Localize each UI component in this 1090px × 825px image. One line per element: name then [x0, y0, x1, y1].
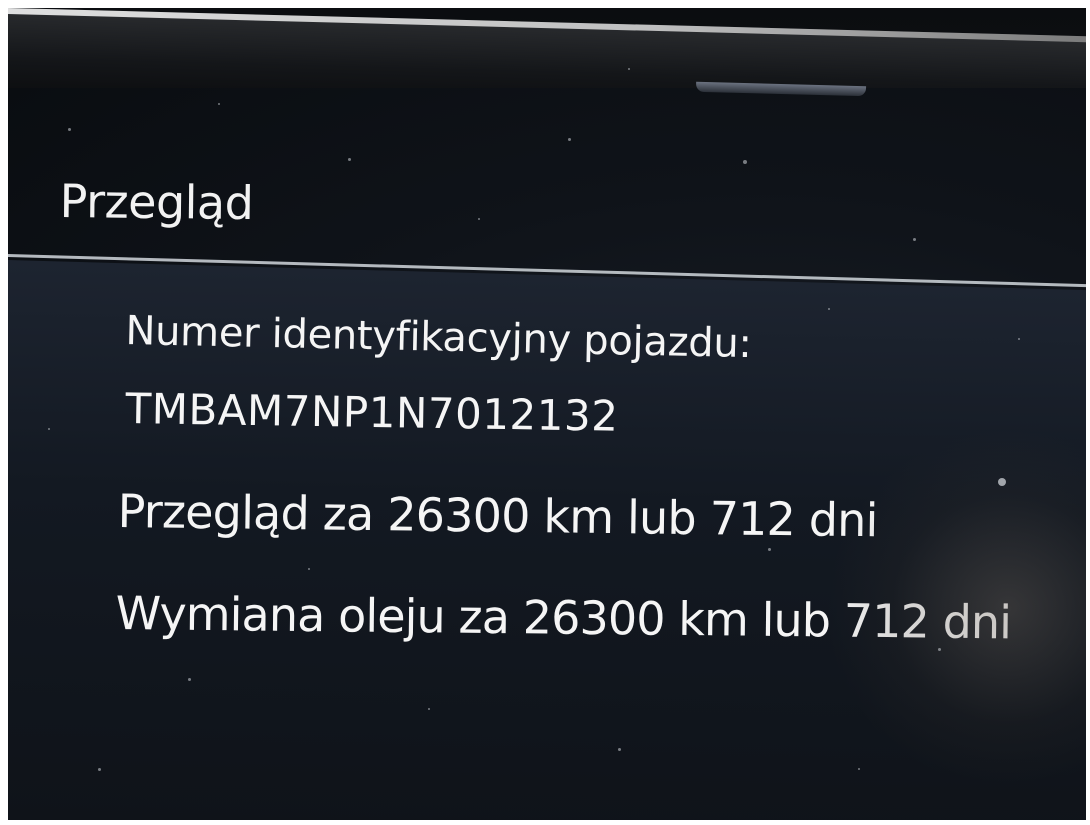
dust-speck — [998, 478, 1006, 486]
dust-speck — [48, 428, 50, 430]
dust-speck — [768, 548, 771, 551]
inspection-due-text: Przegląd za 26300 km lub 712 dni — [117, 484, 878, 548]
dust-speck — [98, 768, 101, 771]
dust-speck — [618, 748, 621, 751]
dust-speck — [628, 68, 630, 70]
infotainment-photo: Przegląd Numer identyfikacyjny pojazdu: … — [8, 8, 1086, 820]
oil-change-due-text: Wymiana oleju za 26300 km lub 712 dni — [115, 586, 1012, 650]
dust-speck — [218, 103, 220, 105]
dust-speck — [308, 568, 310, 570]
dust-speck — [938, 648, 941, 651]
dust-speck — [428, 708, 430, 710]
dust-speck — [568, 138, 571, 141]
dust-speck — [478, 218, 480, 220]
page-title: Przegląd — [59, 174, 254, 231]
vin-value: TMBAM7NP1N7012132 — [125, 384, 619, 441]
dust-speck — [913, 238, 916, 241]
dust-speck — [828, 308, 830, 310]
dust-speck — [348, 158, 351, 161]
dust-speck — [743, 160, 747, 164]
dust-speck — [858, 768, 860, 770]
bezel-highlight — [8, 8, 1086, 43]
dust-speck — [68, 128, 71, 131]
dust-speck — [188, 678, 191, 681]
dust-speck — [1018, 338, 1020, 340]
